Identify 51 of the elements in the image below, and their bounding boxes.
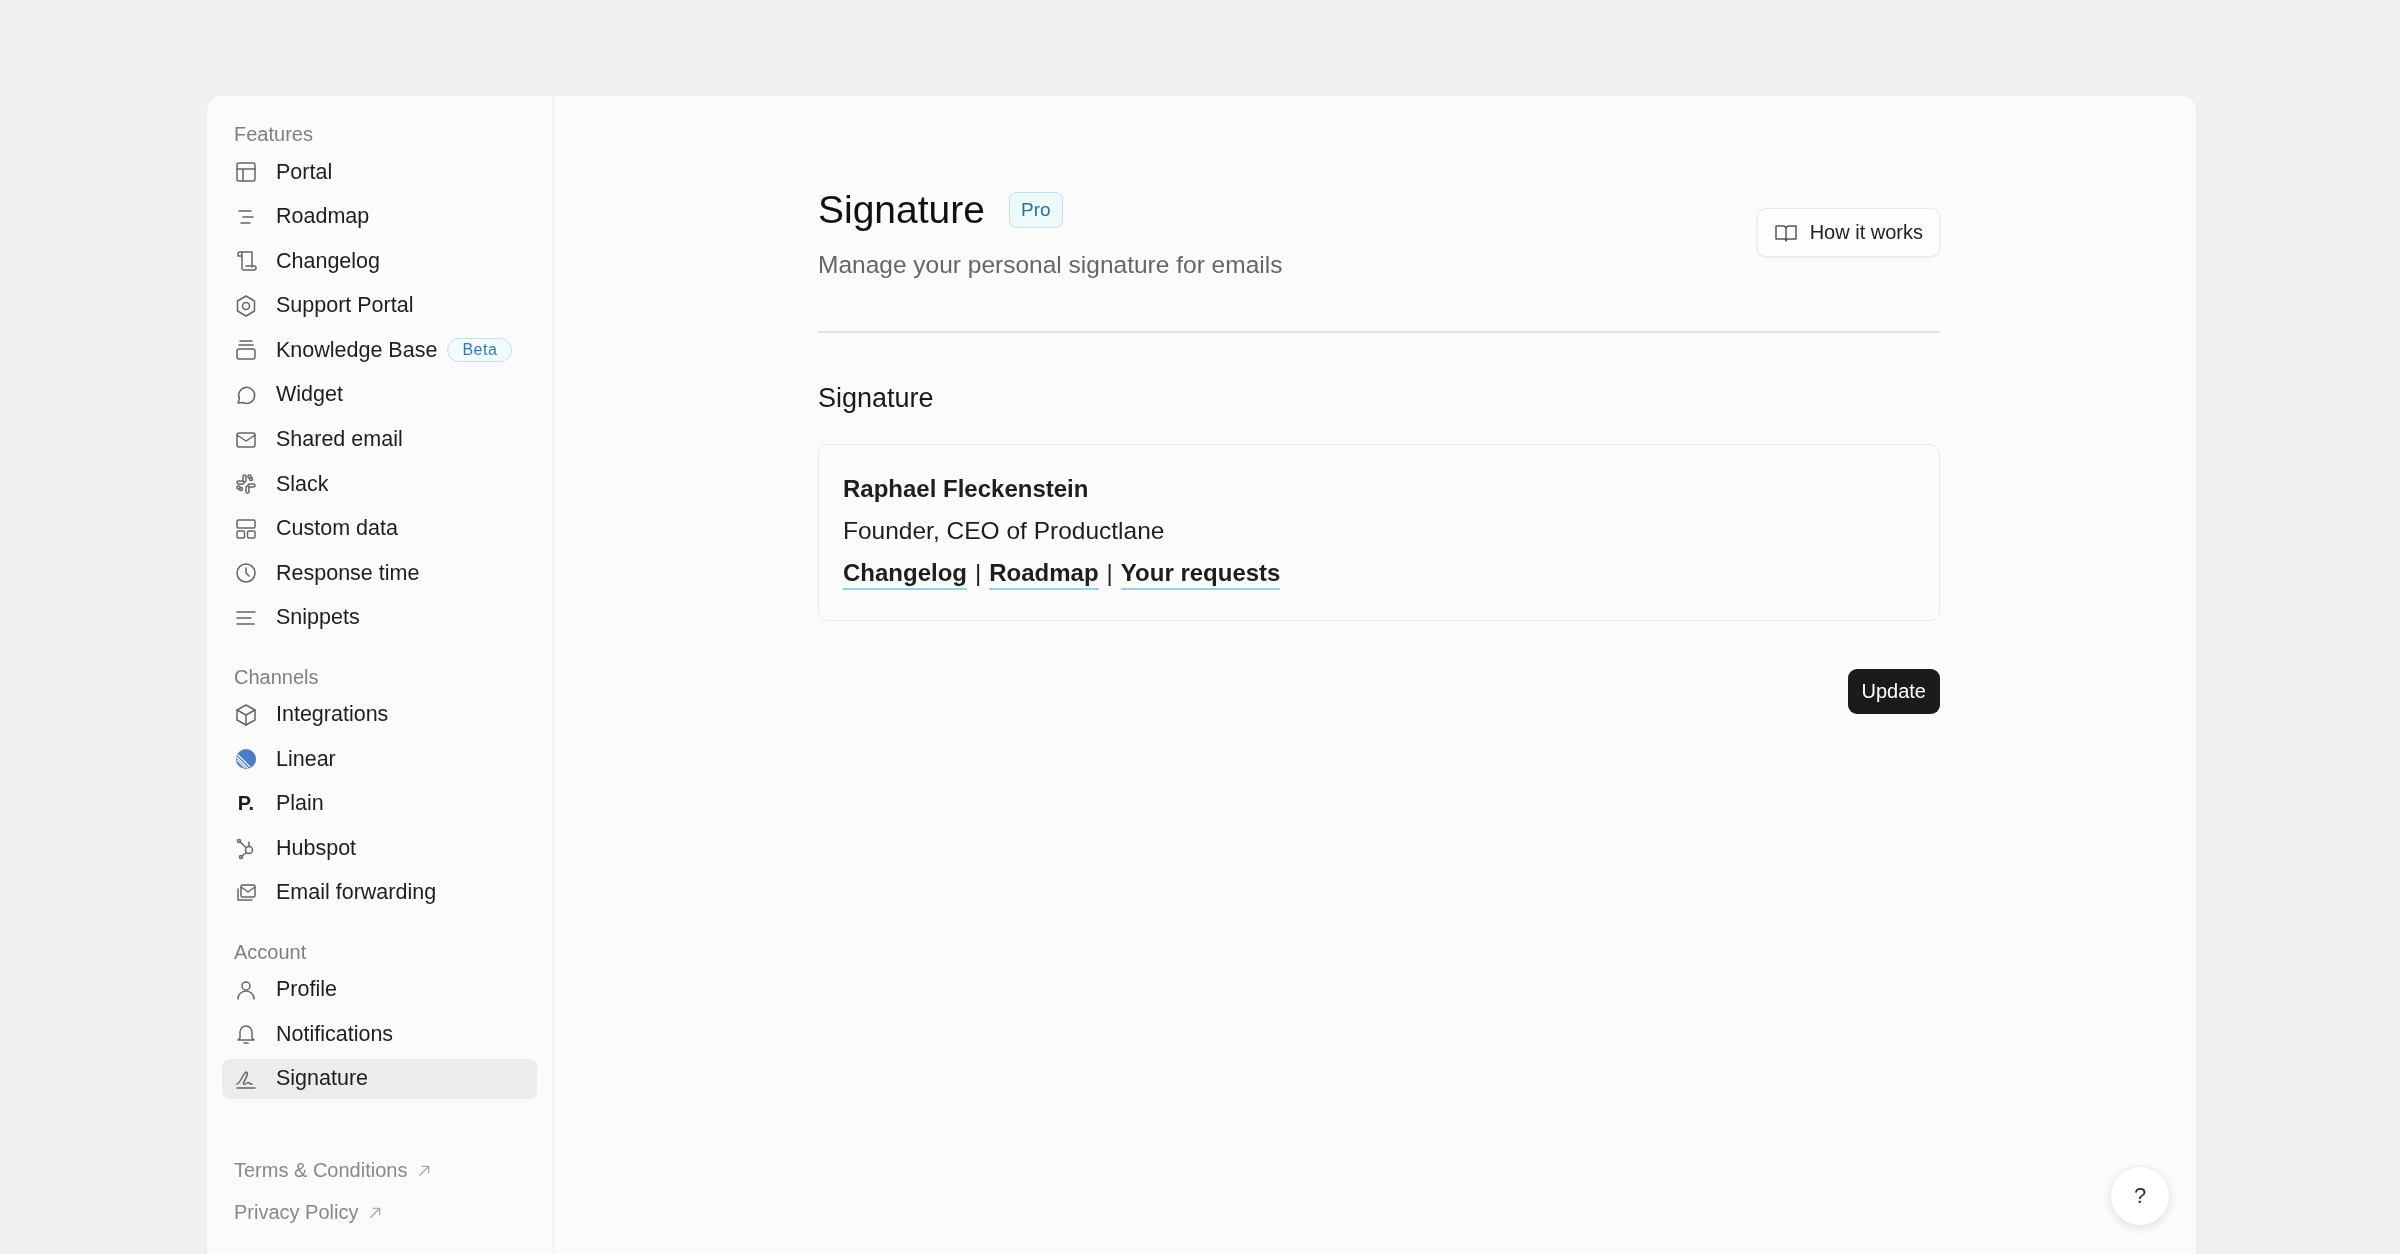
- signature-link[interactable]: Changelog: [843, 559, 967, 590]
- signature-link[interactable]: Your requests: [1120, 559, 1281, 590]
- nav-item[interactable]: Shared email: [222, 419, 537, 460]
- section-heading: Account: [233, 939, 308, 965]
- signature-link[interactable]: Roadmap: [989, 559, 1099, 590]
- nav-item[interactable]: Custom data: [222, 508, 537, 549]
- nav-icon: [234, 561, 258, 586]
- page-title: Signature: [818, 188, 985, 232]
- how-it-works-button[interactable]: How it works: [1756, 208, 1940, 257]
- section-heading: Channels: [233, 664, 320, 690]
- striped-circle-icon: [234, 747, 258, 772]
- nav-icon: [234, 160, 258, 184]
- plain-logo: P.: [236, 792, 256, 816]
- signature-editor[interactable]: Raphael Fleckenstein Founder, CEO of Productlane Changelog | Roadmap | Your requests: [818, 444, 1940, 621]
- nav-item[interactable]: Hubspot: [222, 828, 537, 869]
- nav-item[interactable]: Portal: [222, 152, 537, 192]
- nav-icon: [234, 293, 258, 318]
- external-arrow-icon: [417, 1163, 432, 1178]
- nav-icon: [234, 472, 258, 497]
- nav-icon: [234, 249, 258, 274]
- signature-role: Founder, CEO of Productlane: [843, 517, 1166, 545]
- pro-badge: Pro: [1008, 192, 1063, 228]
- nav-item[interactable]: Integrations: [222, 694, 537, 735]
- signature-name: Raphael Fleckenstein: [843, 475, 1090, 503]
- page-subtitle: Manage your personal signature for emails: [818, 251, 1283, 279]
- nav-item[interactable]: Response time: [222, 553, 537, 594]
- nav-icon: [234, 338, 258, 363]
- section-title: Signature: [818, 383, 935, 414]
- nav-item[interactable]: Slack: [222, 464, 537, 505]
- beta-badge: Beta: [447, 338, 513, 363]
- nav-item[interactable]: Notifications: [222, 1014, 537, 1055]
- nav-item[interactable]: Knowledge Base Beta: [222, 330, 537, 371]
- nav-item[interactable]: Profile: [222, 969, 537, 1010]
- nav-item[interactable]: P. Plain: [222, 783, 537, 824]
- nav-icon: [234, 702, 258, 727]
- nav-item[interactable]: Support Portal: [222, 285, 537, 326]
- nav-icon: [234, 1022, 258, 1047]
- nav-item[interactable]: Linear: [222, 739, 537, 780]
- help-button[interactable]: ?: [2110, 1166, 2170, 1226]
- nav-item[interactable]: Snippets: [222, 597, 537, 638]
- separator: |: [1106, 559, 1113, 587]
- separator: |: [975, 559, 982, 587]
- update-button[interactable]: Update: [1847, 669, 1940, 714]
- nav-icon: [234, 516, 258, 541]
- section-heading: Features: [233, 122, 314, 147]
- external-arrow-icon: [368, 1205, 383, 1220]
- nav-item[interactable]: Widget: [222, 374, 537, 415]
- nav-item[interactable]: Roadmap: [222, 196, 537, 237]
- nav-item[interactable]: Email forwarding: [222, 872, 537, 913]
- nav-item[interactable]: Signature: [222, 1058, 537, 1099]
- nav-item[interactable]: Changelog: [222, 241, 537, 282]
